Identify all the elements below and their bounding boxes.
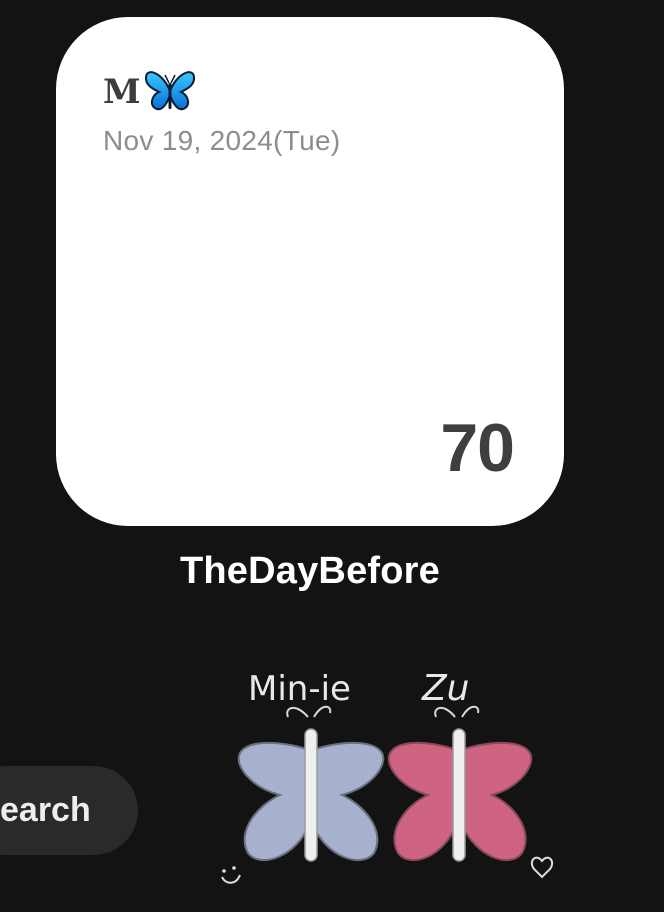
dday-count: 70 (440, 410, 515, 486)
search-label: earch (0, 791, 91, 829)
right-butterfly (387, 705, 533, 862)
search-button[interactable]: earch (0, 766, 138, 855)
heart-doodle (530, 856, 554, 879)
dday-widget[interactable]: M Nov 19, 2024(Tue) 70 (56, 17, 564, 526)
wallpaper-right-name: Zu (421, 668, 469, 709)
wallpaper-butterflies: Min-ie Zu (221, 668, 554, 884)
butterfly-icon (143, 69, 197, 115)
app-label[interactable]: TheDayBefore (0, 550, 620, 593)
wallpaper-left-name: Min-ie (248, 669, 351, 709)
widget-title-text: M (103, 72, 141, 112)
widget-date: Nov 19, 2024(Tue) (103, 125, 341, 156)
left-butterfly (237, 705, 385, 862)
widget-title: M (103, 69, 197, 115)
smile-doodle (221, 866, 241, 884)
home-screen: M Nov 19, 2024(Tue) 70 TheDayBefore earc… (0, 0, 664, 912)
